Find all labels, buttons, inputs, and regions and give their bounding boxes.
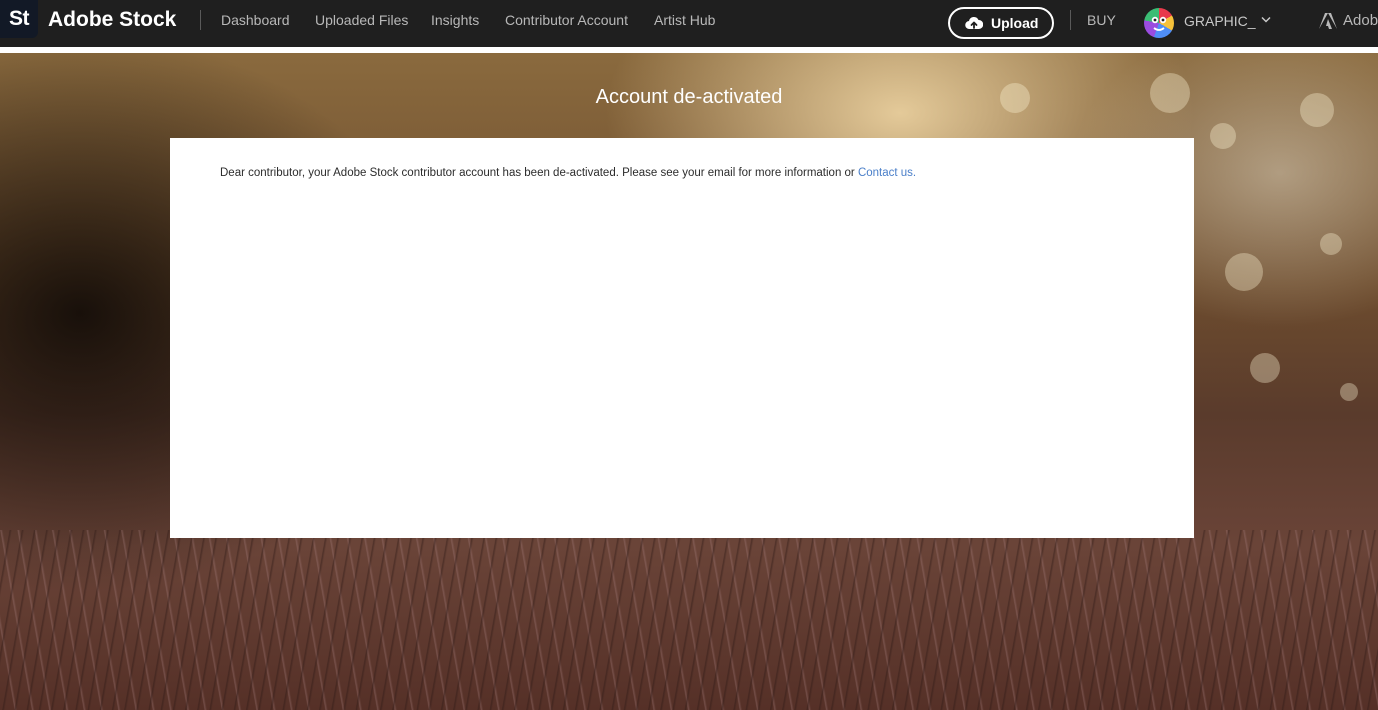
top-navigation-bar: St Adobe Stock Dashboard Uploaded Files …	[0, 0, 1378, 47]
message-card: Dear contributor, your Adobe Stock contr…	[170, 138, 1194, 538]
contact-us-link[interactable]: Contact us.	[858, 167, 916, 179]
bokeh-light	[1250, 353, 1280, 383]
cloud-upload-icon	[965, 16, 983, 30]
adobe-label[interactable]: Adobe	[1343, 12, 1378, 29]
deactivation-message-text: Dear contributor, your Adobe Stock contr…	[220, 167, 858, 179]
adobe-stock-logo[interactable]: St	[0, 0, 38, 38]
bokeh-light	[1225, 253, 1263, 291]
lavender-field	[0, 530, 1378, 710]
nav-insights[interactable]: Insights	[431, 12, 479, 29]
deactivation-message: Dear contributor, your Adobe Stock contr…	[220, 166, 1160, 180]
nav-artist-hub[interactable]: Artist Hub	[654, 12, 715, 29]
upload-label: Upload	[991, 15, 1039, 31]
chevron-down-icon[interactable]	[1261, 16, 1271, 23]
page-title: Account de-activated	[595, 86, 783, 108]
avatar[interactable]	[1144, 8, 1174, 38]
nav-contributor-account[interactable]: Contributor Account	[505, 12, 628, 29]
bokeh-light	[1320, 233, 1342, 255]
account-username[interactable]: GRAPHIC_	[1184, 13, 1256, 30]
bokeh-light	[1210, 123, 1236, 149]
upload-button[interactable]: Upload	[948, 7, 1054, 39]
header-separator	[0, 47, 1378, 53]
buy-link[interactable]: BUY	[1087, 12, 1116, 29]
bokeh-light	[1340, 383, 1358, 401]
brand-name[interactable]: Adobe Stock	[48, 7, 176, 33]
avatar-face-icon	[1151, 16, 1167, 31]
adobe-logo-icon[interactable]	[1319, 13, 1337, 29]
nav-dashboard[interactable]: Dashboard	[221, 12, 290, 29]
nav-uploaded-files[interactable]: Uploaded Files	[315, 12, 408, 29]
nav-divider	[1070, 10, 1071, 30]
nav-divider	[200, 10, 201, 30]
